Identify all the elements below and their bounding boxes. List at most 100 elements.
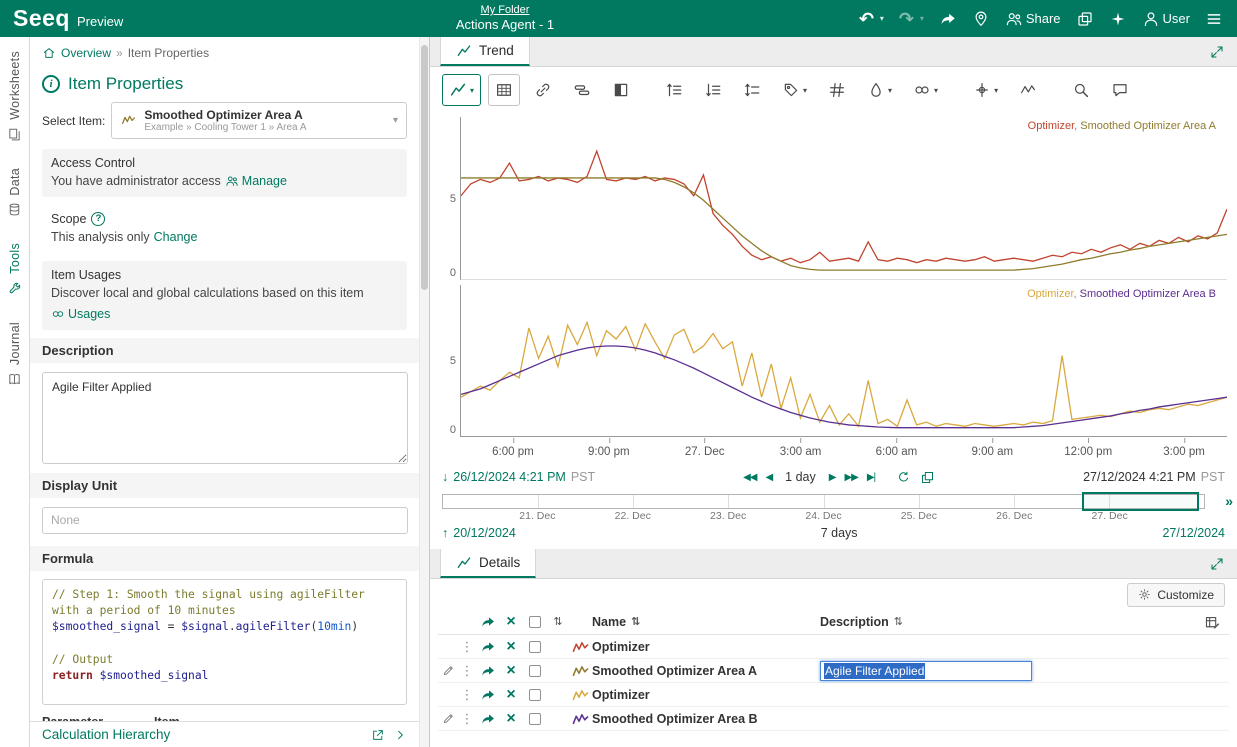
link-worksheet-button[interactable] [527,74,559,106]
row-share-icon[interactable] [480,687,496,703]
interpolation-button[interactable] [1012,74,1044,106]
range-start-value[interactable]: 26/12/2024 4:21 PM [453,470,566,484]
row-menu-icon[interactable]: ⋮ [461,639,474,654]
row-menu-icon[interactable]: ⋮ [461,687,474,702]
display-range-end[interactable]: 27/12/2024 4:21 PM PST [1083,470,1225,484]
row-remove-icon[interactable]: × [506,687,515,703]
display-range-start[interactable]: ↓ 26/12/2024 4:21 PM PST [442,470,595,484]
details-row[interactable]: ⋮ × Smoothed Optimizer Area B [438,707,1229,731]
scrollbar-thumb[interactable] [421,45,428,290]
manage-access-link[interactable]: Manage [225,173,287,190]
open-in-new-icon[interactable] [371,728,385,742]
row-checkbox[interactable] [529,713,541,725]
sort-lanes-up-button[interactable] [658,74,690,106]
step-to-now-button[interactable]: ▶| [867,472,875,483]
row-checkbox[interactable] [529,641,541,653]
row-name[interactable]: Optimizer [592,688,820,702]
location-button[interactable] [972,10,990,28]
compare-view-button[interactable] [605,74,637,106]
legend-item[interactable]: Smoothed Optimizer Area A [1080,120,1216,132]
help-icon[interactable]: ? [91,212,105,226]
sidebar-item-data[interactable]: Data [7,168,22,218]
annotation-button[interactable] [1104,74,1136,106]
expand-trend-icon[interactable] [1209,44,1225,60]
user-menu-button[interactable]: User [1142,10,1190,28]
row-remove-icon[interactable]: × [506,663,515,679]
gridlines-button[interactable] [821,74,853,106]
my-folder-link[interactable]: My Folder [456,3,554,17]
row-share-icon[interactable] [480,639,496,655]
tab-details[interactable]: Details [440,549,536,578]
row-share-icon[interactable] [480,663,496,679]
row-checkbox[interactable] [529,689,541,701]
ai-assistant-button[interactable] [1109,10,1127,28]
description-column-header[interactable]: Description [820,615,889,629]
row-menu-icon[interactable]: ⋮ [461,663,474,678]
row-remove-icon[interactable]: × [506,711,515,727]
usages-link[interactable]: Usages [51,306,110,323]
sidebar-item-journal[interactable]: Journal [7,322,22,387]
row-name[interactable]: Optimizer [592,640,820,654]
legend-item[interactable]: Optimizer [1027,288,1073,300]
range-end-value[interactable]: 27/12/2024 4:21 PM [1083,470,1196,484]
chevron-right-icon[interactable] [393,728,407,742]
timeline-step-end-icon[interactable]: » [1225,494,1233,508]
change-scope-link[interactable]: Change [154,229,198,246]
details-row[interactable]: ⋮ × Optimizer [438,635,1229,659]
zoom-button[interactable] [1065,74,1097,106]
table-view-button[interactable] [488,74,520,106]
legend-item[interactable]: Smoothed Optimizer Area B [1080,288,1216,300]
main-menu-button[interactable] [1205,10,1223,28]
row-remove-icon[interactable]: × [506,639,515,655]
one-lane-button[interactable] [736,74,768,106]
sort-name-icon[interactable]: ⇅ [631,617,640,628]
auto-update-button[interactable] [896,470,911,485]
cursors-button[interactable]: ▾ [966,74,1005,106]
sort-type-icon[interactable]: ⇅ [553,617,562,628]
chain-view-button[interactable]: ▾ [906,74,945,106]
row-name[interactable]: Smoothed Optimizer Area A [592,664,820,678]
step-back-half-button[interactable]: ◀ [765,472,772,483]
step-forward-half-button[interactable]: ▶ [829,472,836,483]
item-select-dropdown[interactable]: Smoothed Optimizer Area A Example » Cool… [111,102,407,139]
details-row[interactable]: ⋮ × Smoothed Optimizer Area A Agile Filt… [438,659,1229,683]
name-column-header[interactable]: Name [592,615,626,629]
redo-button[interactable]: ↷▾ [899,10,924,28]
window-layout-button[interactable] [1076,10,1094,28]
panel-scrollbar[interactable] [419,37,429,747]
tab-trend[interactable]: Trend [440,37,530,66]
description-textarea[interactable]: Agile Filter Applied [42,372,408,464]
legend-item[interactable]: Optimizer [1028,120,1074,132]
row-share-icon[interactable] [480,711,496,727]
breadcrumb-overview-link[interactable]: Overview [61,46,111,60]
calculation-hierarchy-footer[interactable]: Calculation Hierarchy [30,721,419,747]
sidebar-item-tools[interactable]: Tools [7,243,22,296]
expand-details-icon[interactable] [1209,556,1225,572]
select-all-checkbox[interactable] [529,616,541,628]
display-unit-input[interactable] [42,507,408,534]
chart-lane-2[interactable]: Optimizer, Smoothed Optimizer Area B 50 [460,285,1227,437]
investigate-start[interactable]: ↑20/12/2024 [442,526,516,540]
home-icon[interactable] [42,46,56,60]
remove-all-icon[interactable]: × [506,614,515,630]
sort-lanes-down-button[interactable] [697,74,729,106]
row-checkbox[interactable] [529,665,541,677]
edit-columns-icon[interactable] [1204,614,1221,631]
row-name[interactable]: Smoothed Optimizer Area B [592,712,820,726]
edit-description-icon[interactable] [442,712,455,725]
seeq-logo[interactable]: SeeqPreview [13,5,123,32]
forward-share-button[interactable] [939,10,957,28]
dimming-button[interactable]: ▾ [860,74,899,106]
share-all-icon[interactable] [480,614,496,630]
edit-description-icon[interactable] [442,664,455,677]
formula-editor[interactable]: // Step 1: Smooth the signal using agile… [42,579,407,705]
description-editor[interactable]: Agile Filter Applied [820,661,1032,681]
step-forward-full-button[interactable]: ▶▶ [844,472,857,483]
sidebar-item-worksheets[interactable]: Worksheets [7,51,22,142]
row-menu-icon[interactable]: ⋮ [461,711,474,726]
copy-range-button[interactable] [920,470,935,485]
customize-button[interactable]: Customize [1127,583,1225,607]
labels-button[interactable]: ▾ [775,74,814,106]
step-back-full-button[interactable]: ◀◀ [743,472,756,483]
sort-description-icon[interactable]: ⇅ [894,617,903,628]
